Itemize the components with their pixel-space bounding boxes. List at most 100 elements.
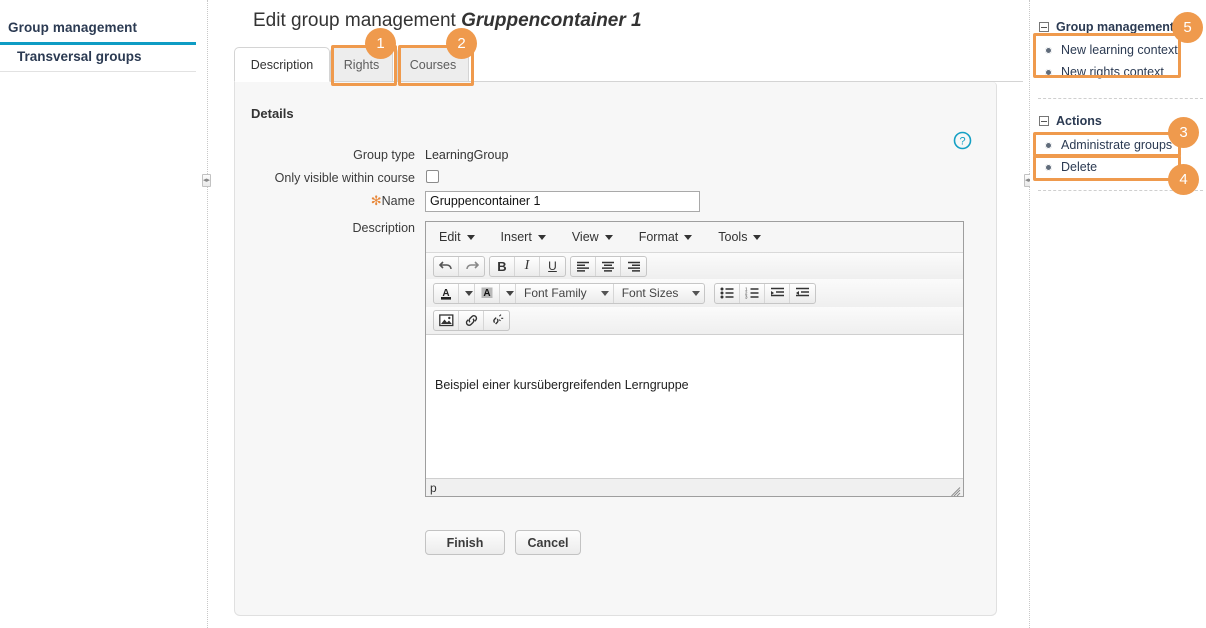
details-heading: Details: [251, 106, 294, 121]
svg-text:A: A: [483, 288, 490, 299]
font-size-label: Font Sizes: [622, 286, 679, 300]
font-family-select[interactable]: Font Family: [516, 284, 614, 303]
right-section-group-management-header[interactable]: Group management: [1039, 20, 1174, 34]
editor-resize-handle[interactable]: [951, 484, 961, 494]
italic-icon[interactable]: I: [515, 257, 540, 276]
align-left-icon[interactable]: [571, 257, 596, 276]
page-title: Edit group management Gruppencontainer 1: [253, 10, 642, 32]
group-type-value: LearningGroup: [425, 148, 508, 162]
description-panel: Details ? Group type LearningGroup Only …: [234, 82, 997, 616]
cancel-button-label: Cancel: [528, 536, 569, 550]
outdent-icon[interactable]: [790, 284, 815, 303]
callout-badge-1: 1: [365, 28, 396, 59]
redo-icon[interactable]: [459, 257, 484, 276]
editor-content-text: Beispiel einer kursübergreifenden Lerngr…: [435, 378, 689, 392]
color-and-font-group: A A Font Family Font Sizes: [433, 283, 705, 304]
right-sidebar: Group management New learning context Ne…: [1030, 0, 1206, 628]
menu-edit[interactable]: Edit: [439, 230, 475, 244]
editor-element-path: p: [426, 481, 437, 495]
font-size-select[interactable]: Font Sizes: [614, 284, 705, 303]
editor-menubar: Edit Insert View Format: [426, 222, 963, 253]
menu-insert-label: Insert: [501, 230, 532, 244]
right-section-actions-title: Actions: [1056, 114, 1102, 128]
chevron-down-icon: [601, 291, 609, 296]
left-sidebar-active-underline: [0, 42, 196, 45]
menu-edit-label: Edit: [439, 230, 461, 244]
collapse-minus-icon[interactable]: [1039, 22, 1049, 32]
numbered-list-icon[interactable]: 123: [740, 284, 765, 303]
text-color-dropdown-icon[interactable]: [459, 284, 475, 303]
tab-description-label: Description: [251, 58, 314, 72]
menu-tools[interactable]: Tools: [718, 230, 761, 244]
chevron-down-icon: [684, 235, 692, 240]
link-administrate-groups[interactable]: Administrate groups: [1045, 138, 1172, 152]
name-label-text: Name: [382, 194, 415, 208]
finish-button-label: Finish: [447, 536, 484, 550]
undo-icon[interactable]: [434, 257, 459, 276]
background-color-icon[interactable]: A: [475, 284, 500, 303]
editor-content-area[interactable]: Beispiel einer kursübergreifenden Lerngr…: [426, 368, 963, 478]
history-button-group: [433, 256, 485, 277]
link-delete[interactable]: Delete: [1045, 160, 1097, 174]
editor-statusbar: p: [426, 478, 963, 496]
unlink-icon[interactable]: [484, 311, 509, 330]
left-sidebar-title: Group management: [8, 20, 137, 35]
alignment-button-group: [570, 256, 647, 277]
callout-badge-4: 4: [1168, 164, 1199, 195]
tab-bar: Description Rights Courses: [234, 47, 1023, 83]
link-new-rights-context[interactable]: New rights context: [1045, 65, 1164, 79]
bullet-icon: [1045, 164, 1052, 171]
right-section-actions-header[interactable]: Actions: [1039, 114, 1102, 128]
only-visible-checkbox[interactable]: [426, 170, 439, 183]
main-content: Edit group management Gruppencontainer 1…: [208, 0, 1029, 628]
background-color-dropdown-icon[interactable]: [500, 284, 516, 303]
bullet-icon: [1045, 142, 1052, 149]
link-delete-label: Delete: [1061, 160, 1097, 174]
link-administrate-groups-label: Administrate groups: [1061, 138, 1172, 152]
left-sidebar: Group management Transversal groups: [0, 0, 196, 628]
editor-toolbar-row-1: B I U: [426, 253, 963, 279]
editor-toolbar-row-2: A A Font Family Font Sizes: [426, 279, 963, 307]
underline-icon[interactable]: U: [540, 257, 565, 276]
insert-link-icon[interactable]: [459, 311, 484, 330]
sidebar-item-transversal-groups[interactable]: Transversal groups: [17, 49, 142, 64]
list-and-indent-group: 123: [714, 283, 816, 304]
tab-description[interactable]: Description: [234, 47, 330, 82]
text-color-icon[interactable]: A: [434, 284, 459, 303]
menu-format-label: Format: [639, 230, 679, 244]
link-new-rights-context-label: New rights context: [1061, 65, 1164, 79]
bullet-list-icon[interactable]: [715, 284, 740, 303]
bullet-icon: [1045, 69, 1052, 76]
menu-view[interactable]: View: [572, 230, 613, 244]
rich-text-editor: Edit Insert View Format: [425, 221, 964, 497]
page-title-group-name: Gruppencontainer 1: [461, 10, 642, 31]
finish-button[interactable]: Finish: [425, 530, 505, 555]
font-family-label: Font Family: [524, 286, 587, 300]
description-label: Description: [235, 221, 415, 235]
bold-icon[interactable]: B: [490, 257, 515, 276]
svg-text:?: ?: [959, 136, 965, 148]
align-right-icon[interactable]: [621, 257, 646, 276]
callout-badge-5: 5: [1172, 12, 1203, 43]
collapse-minus-icon[interactable]: [1039, 116, 1049, 126]
align-center-icon[interactable]: [596, 257, 621, 276]
menu-format[interactable]: Format: [639, 230, 693, 244]
chevron-down-icon: [538, 235, 546, 240]
cancel-button[interactable]: Cancel: [515, 530, 581, 555]
menu-insert[interactable]: Insert: [501, 230, 546, 244]
indent-icon[interactable]: [765, 284, 790, 303]
only-visible-label: Only visible within course: [235, 171, 415, 185]
insert-button-group: [433, 310, 510, 331]
callout-badge-1-label: 1: [376, 35, 384, 52]
bullet-icon: [1045, 47, 1052, 54]
left-sidebar-divider: [0, 71, 196, 72]
link-new-learning-context-label: New learning context: [1061, 43, 1178, 57]
callout-badge-5-label: 5: [1183, 19, 1191, 36]
insert-image-icon[interactable]: [434, 311, 459, 330]
tab-courses-label: Courses: [410, 58, 457, 72]
callout-badge-3-label: 3: [1179, 124, 1187, 141]
help-circle-icon[interactable]: ?: [953, 131, 972, 150]
name-input[interactable]: Gruppencontainer 1: [425, 191, 700, 212]
right-section-group-management-title: Group management: [1056, 20, 1174, 34]
link-new-learning-context[interactable]: New learning context: [1045, 43, 1178, 57]
